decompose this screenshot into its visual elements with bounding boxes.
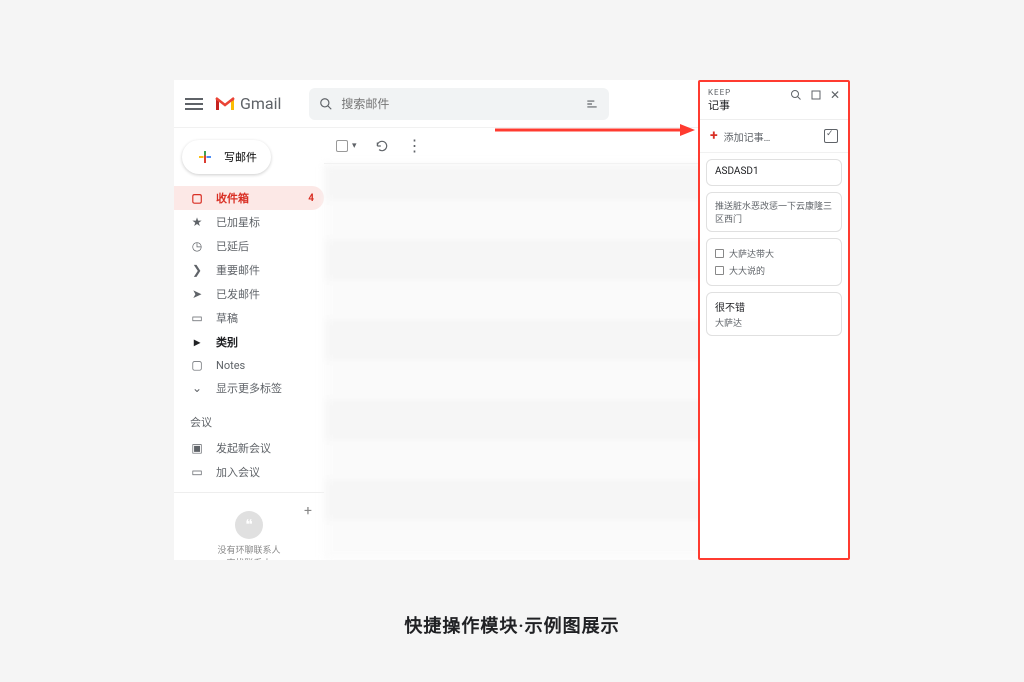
more-icon[interactable]: ⋮ xyxy=(407,136,423,155)
checkbox-icon[interactable] xyxy=(715,266,724,275)
draft-icon: ▭ xyxy=(190,311,204,325)
search-input[interactable] xyxy=(341,97,577,111)
nav-snoozed[interactable]: ◷已延后 xyxy=(174,234,324,258)
nav-important[interactable]: ❯重要邮件 xyxy=(174,258,324,282)
keep-popout-icon[interactable] xyxy=(810,89,822,101)
new-list-icon[interactable] xyxy=(824,129,838,143)
sidebar-left: 写邮件 ▢收件箱4 ★已加星标 ◷已延后 ❯重要邮件 ➤已发邮件 ▭草稿 ▸类别… xyxy=(174,128,324,560)
search-box[interactable] xyxy=(309,88,609,120)
keep-note[interactable]: ASDASD1 xyxy=(706,159,842,186)
keep-note[interactable]: 推送脏水恶改惩一下云康隆三区西门 xyxy=(706,192,842,232)
search-options-icon[interactable] xyxy=(585,97,599,111)
nav-notes[interactable]: ▢Notes xyxy=(174,354,324,376)
gmail-text: Gmail xyxy=(240,94,281,113)
caption: 快捷操作模块·示例图展示 xyxy=(0,612,1024,638)
find-contacts-link[interactable]: 查找联系人 xyxy=(226,556,271,560)
plus-icon: + xyxy=(710,128,718,144)
keep-notes-list: ASDASD1 推送脏水恶改惩一下云康隆三区西门 大萨达带大 大大说的 很不错 … xyxy=(700,153,848,342)
meet-join[interactable]: ▭加入会议 xyxy=(174,460,324,484)
nav-sent[interactable]: ➤已发邮件 xyxy=(174,282,324,306)
plus-icon xyxy=(196,148,214,166)
gmail-m-icon xyxy=(214,96,236,112)
keep-add-note[interactable]: + 添加记事… xyxy=(700,120,848,153)
keep-close-icon[interactable]: ✕ xyxy=(830,88,840,102)
important-icon: ❯ xyxy=(190,263,204,277)
tag-icon: ▸ xyxy=(190,335,204,349)
video-icon: ▣ xyxy=(190,441,204,455)
add-contact-icon[interactable]: + xyxy=(304,503,312,519)
gmail-logo[interactable]: Gmail xyxy=(214,94,281,113)
label-icon: ▢ xyxy=(190,358,204,372)
hangouts-icon: ❝ xyxy=(235,511,263,539)
menu-icon[interactable] xyxy=(182,92,206,116)
sent-icon: ➤ xyxy=(190,287,204,301)
nav-more[interactable]: ⌄显示更多标签 xyxy=(174,376,324,400)
nav-drafts[interactable]: ▭草稿 xyxy=(174,306,324,330)
keep-panel: KEEP 记事 ✕ + 添加记事… ASDASD1 推送脏水恶改惩一下云康隆三区… xyxy=(698,80,850,560)
keep-note[interactable]: 大萨达带大 大大说的 xyxy=(706,238,842,286)
hangouts-empty: ❝ 没有环聊联系人 查找联系人 xyxy=(182,499,316,560)
no-contacts-text: 没有环聊联系人 xyxy=(217,543,280,556)
nav-list: ▢收件箱4 ★已加星标 ◷已延后 ❯重要邮件 ➤已发邮件 ▭草稿 ▸类别 ▢No… xyxy=(174,186,324,400)
keep-search-icon[interactable] xyxy=(790,89,802,101)
select-all[interactable]: ▾ xyxy=(336,140,357,152)
keep-header: KEEP 记事 ✕ xyxy=(700,82,848,120)
star-icon: ★ xyxy=(190,215,204,229)
nav-inbox[interactable]: ▢收件箱4 xyxy=(174,186,324,210)
checkbox-icon xyxy=(336,140,348,152)
clock-icon: ◷ xyxy=(190,239,204,253)
nav-starred[interactable]: ★已加星标 xyxy=(174,210,324,234)
refresh-icon[interactable] xyxy=(375,139,389,153)
meet-heading: 会议 xyxy=(174,408,324,436)
compose-button[interactable]: 写邮件 xyxy=(182,140,271,174)
keep-brand: KEEP xyxy=(708,88,790,97)
keep-add-label: 添加记事… xyxy=(724,129,771,144)
chevron-down-icon: ⌄ xyxy=(190,381,204,395)
nav-categories[interactable]: ▸类别 xyxy=(174,330,324,354)
meet-new[interactable]: ▣发起新会议 xyxy=(174,436,324,460)
meet-section: 会议 ▣发起新会议 ▭加入会议 xyxy=(174,400,324,492)
keyboard-icon: ▭ xyxy=(190,465,204,479)
checkbox-icon[interactable] xyxy=(715,249,724,258)
keep-note[interactable]: 很不错 大萨达 xyxy=(706,292,842,336)
chevron-down-icon: ▾ xyxy=(352,141,357,151)
compose-label: 写邮件 xyxy=(224,149,257,165)
inbox-icon: ▢ xyxy=(190,191,204,205)
hangouts-section: + ❝ 没有环聊联系人 查找联系人 xyxy=(174,492,324,560)
search-icon xyxy=(319,97,333,111)
keep-subtitle: 记事 xyxy=(708,97,790,113)
